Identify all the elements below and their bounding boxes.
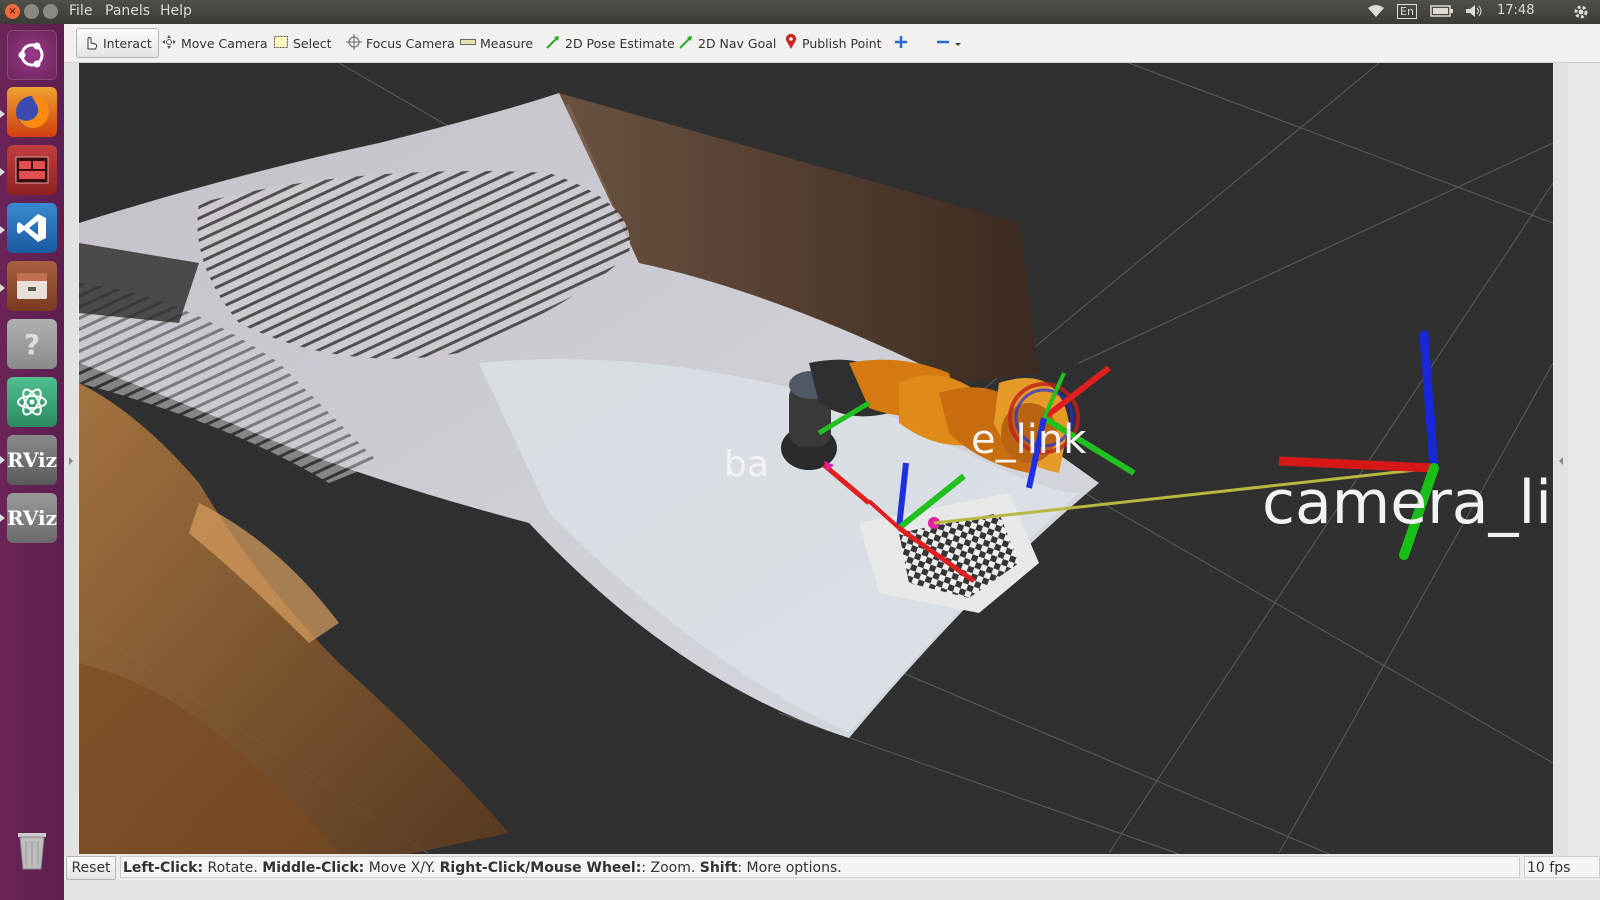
tool-focus-camera-label: Focus Camera xyxy=(366,35,455,51)
help-key-right-click: Right-Click/Mouse Wheel: xyxy=(439,860,642,876)
green-arrow-icon xyxy=(545,34,561,53)
keyboard-layout-indicator[interactable]: En xyxy=(1397,4,1417,19)
battery-icon[interactable] xyxy=(1430,3,1454,23)
3d-viewport[interactable]: ba e_link camera_li xyxy=(79,63,1553,854)
settings-gear-icon[interactable] xyxy=(1572,3,1590,25)
tool-2d-nav-goal-label: 2D Nav Goal xyxy=(698,35,777,51)
tool-move-camera[interactable]: Move Camera xyxy=(161,30,268,56)
tool-publish-point[interactable]: Publish Point xyxy=(784,30,882,56)
plus-icon xyxy=(894,35,908,52)
left-dock-handle[interactable] xyxy=(64,63,78,876)
map-pin-icon xyxy=(784,33,798,53)
rviz-icon-1[interactable]: RViz xyxy=(7,435,57,485)
tool-2d-pose-estimate[interactable]: 2D Pose Estimate xyxy=(545,30,675,56)
frame-label-camera-link: camera_li xyxy=(1262,468,1552,538)
trash-icon[interactable] xyxy=(7,824,57,874)
add-tool-button[interactable] xyxy=(894,30,908,56)
frame-label-ee-link: e_link xyxy=(971,417,1087,463)
tool-select[interactable]: Select xyxy=(273,30,332,56)
running-indicator xyxy=(0,226,5,234)
frame-label-base: ba xyxy=(724,444,769,485)
running-indicator xyxy=(0,456,5,464)
hand-pointer-icon xyxy=(83,34,99,53)
clock[interactable]: 17:48 xyxy=(1497,3,1534,18)
menu-panels[interactable]: Panels xyxy=(105,3,150,19)
ubuntu-dash-icon[interactable] xyxy=(7,30,57,80)
firefox-icon[interactable] xyxy=(7,87,57,137)
move-camera-icon xyxy=(161,34,177,53)
tool-publish-point-label: Publish Point xyxy=(802,35,882,51)
help-key-shift: Shift xyxy=(699,860,738,876)
minus-icon xyxy=(936,35,962,52)
running-indicator xyxy=(0,284,5,292)
crosshair-icon xyxy=(346,33,362,53)
tool-2d-pose-estimate-label: 2D Pose Estimate xyxy=(565,35,675,51)
running-indicator xyxy=(0,110,5,118)
help-key-middle-click: Middle-Click: xyxy=(262,860,365,876)
help-key-left-click: Left-Click: xyxy=(123,860,204,876)
tool-move-camera-label: Move Camera xyxy=(181,35,268,51)
volume-icon[interactable] xyxy=(1464,3,1484,23)
status-bar: Reset Left-Click: Rotate. Middle-Click: … xyxy=(64,856,1600,880)
menu-file[interactable]: File xyxy=(69,3,92,19)
ruler-icon xyxy=(460,34,476,53)
menu-help[interactable]: Help xyxy=(160,3,192,19)
running-indicator xyxy=(0,168,5,176)
tool-interact-label: Interact xyxy=(103,35,152,51)
tool-interact[interactable]: Interact xyxy=(76,28,159,58)
launcher: ? RViz RViz xyxy=(0,24,64,900)
running-indicator xyxy=(0,514,5,522)
tool-select-label: Select xyxy=(293,35,332,51)
help-icon[interactable]: ? xyxy=(7,319,57,369)
help-val-left-click: Rotate. xyxy=(203,860,263,876)
window-minimize-button[interactable] xyxy=(24,4,39,19)
window-maximize-button[interactable] xyxy=(43,4,58,19)
terminal-icon[interactable] xyxy=(7,145,57,195)
tools-toolbar: Interact Move Camera Select Focus Camera… xyxy=(64,24,1600,63)
help-val-shift: : More options. xyxy=(737,860,842,876)
window-close-button[interactable]: × xyxy=(5,4,20,19)
green-arrow-icon xyxy=(678,34,694,53)
rviz-window: Interact Move Camera Select Focus Camera… xyxy=(64,24,1600,900)
rviz-icon-2[interactable]: RViz xyxy=(7,493,57,543)
tool-measure[interactable]: Measure xyxy=(460,30,533,56)
help-val-right-click: : Zoom. xyxy=(641,860,700,876)
help-text: Left-Click: Rotate. Middle-Click: Move X… xyxy=(120,856,1520,878)
select-box-icon xyxy=(273,34,289,53)
files-icon[interactable] xyxy=(7,261,57,311)
fps-counter: 10 fps xyxy=(1524,856,1600,878)
tool-focus-camera[interactable]: Focus Camera xyxy=(346,30,455,56)
bottom-strip xyxy=(64,880,1600,900)
help-val-middle-click: Move X/Y. xyxy=(364,860,440,876)
right-dock-handle[interactable] xyxy=(1554,63,1568,876)
3d-scene: ba e_link camera_li xyxy=(79,63,1553,854)
reset-button[interactable]: Reset xyxy=(66,856,116,880)
wifi-icon[interactable] xyxy=(1366,3,1386,23)
top-panel: × File Panels Help En 17:48 xyxy=(0,0,1600,24)
tool-measure-label: Measure xyxy=(480,35,534,51)
tool-2d-nav-goal[interactable]: 2D Nav Goal xyxy=(678,30,776,56)
atom-icon[interactable] xyxy=(7,377,57,427)
render-panel: ba e_link camera_li xyxy=(64,63,1600,876)
remove-tool-button[interactable] xyxy=(936,30,962,56)
vscode-icon[interactable] xyxy=(7,203,57,253)
